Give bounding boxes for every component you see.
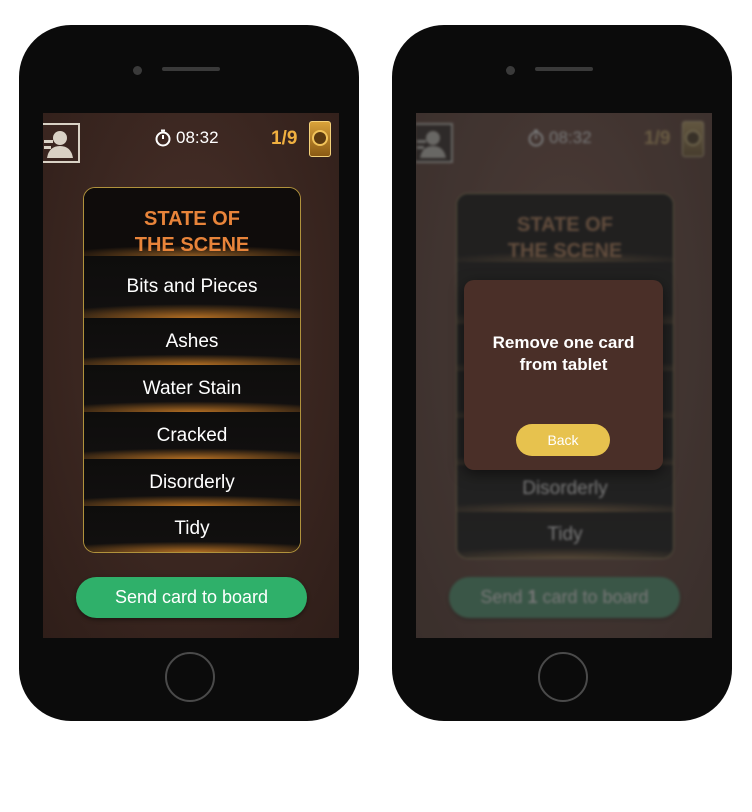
speaker-slot <box>162 67 220 71</box>
dialog-message-text: Remove one card from tablet <box>492 333 635 374</box>
game-screen: 08:32 1/9 STATE OF THE SCENE Bits and Pi… <box>43 113 339 638</box>
card-deck-icon[interactable] <box>309 121 331 157</box>
camera-dot <box>133 66 142 75</box>
card-option-cracked[interactable]: Cracked <box>84 412 300 459</box>
game-screen-dimmed: 08:32 1/9 STATE OF THE SCENE Disorderly … <box>416 113 712 638</box>
card-title-line1: STATE OF <box>144 208 240 230</box>
card-title-line2: THE SCENE <box>134 234 250 256</box>
phone-right: 08:32 1/9 STATE OF THE SCENE Disorderly … <box>392 25 732 721</box>
home-button[interactable] <box>165 652 215 702</box>
timer-value: 08:32 <box>176 128 219 147</box>
card-option-water-stain[interactable]: Water Stain <box>84 365 300 412</box>
dialog-message: Remove one card from tablet <box>464 332 663 376</box>
card-option-bits-and-pieces[interactable]: Bits and Pieces <box>84 256 300 318</box>
remove-card-dialog: Remove one card from tablet Back <box>464 280 663 470</box>
card-option-ashes[interactable]: Ashes <box>84 318 300 365</box>
card-option-tidy[interactable]: Tidy <box>84 506 300 552</box>
stopwatch-icon <box>155 129 171 147</box>
user-avatar-icon[interactable] <box>43 123 80 163</box>
card-title: STATE OF THE SCENE <box>84 188 300 256</box>
timer: 08:32 <box>155 128 219 148</box>
card-option-disorderly[interactable]: Disorderly <box>84 459 300 506</box>
home-button[interactable] <box>538 652 588 702</box>
scene-card: STATE OF THE SCENE Bits and Pieces Ashes… <box>83 187 301 553</box>
phone-left: 08:32 1/9 STATE OF THE SCENE Bits and Pi… <box>19 25 359 721</box>
camera-dot <box>506 66 515 75</box>
top-bar: 08:32 1/9 <box>43 113 339 163</box>
back-button[interactable]: Back <box>516 424 610 456</box>
card-counter: 1/9 <box>271 128 298 149</box>
speaker-slot <box>535 67 593 71</box>
send-card-button[interactable]: Send card to board <box>76 577 307 618</box>
